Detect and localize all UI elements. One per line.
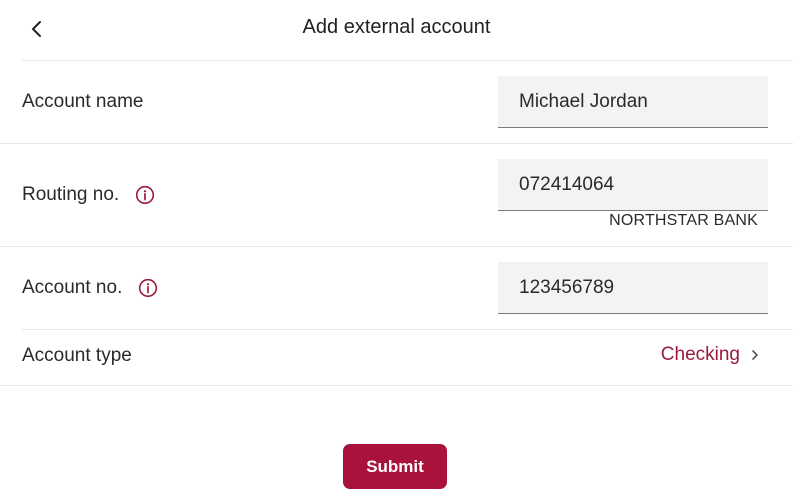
- account-no-label: Account no.: [22, 277, 158, 299]
- account-type-label-text: Account type: [22, 345, 132, 366]
- divider: [0, 246, 793, 247]
- bank-name-text: NORTHSTAR BANK: [609, 212, 758, 229]
- routing-no-label-text: Routing no.: [22, 184, 120, 205]
- account-type-selector[interactable]: Checking: [661, 344, 760, 366]
- page-header: Add external account: [0, 0, 793, 60]
- account-name-label: Account name: [22, 91, 143, 113]
- account-name-label-text: Account name: [22, 91, 144, 112]
- divider: [0, 143, 793, 144]
- routing-no-field[interactable]: [498, 159, 768, 210]
- submit-button[interactable]: Submit: [343, 444, 447, 489]
- divider: [0, 385, 793, 386]
- account-no-field[interactable]: [498, 262, 768, 313]
- routing-no-field-wrapper: [498, 159, 768, 211]
- account-name-field-wrapper: [498, 76, 768, 128]
- account-type-label: Account type: [22, 345, 132, 367]
- divider: [22, 60, 793, 61]
- account-no-label-text: Account no.: [22, 277, 123, 298]
- divider: [22, 329, 793, 330]
- account-type-value: Checking: [660, 344, 740, 365]
- account-name-field[interactable]: [498, 76, 768, 127]
- page-title: Add external account: [302, 16, 491, 38]
- info-circle-icon[interactable]: [135, 185, 155, 205]
- chevron-right-icon: [752, 350, 758, 360]
- account-no-field-wrapper: [498, 262, 768, 314]
- info-circle-icon[interactable]: [138, 278, 158, 298]
- routing-no-label: Routing no.: [22, 184, 155, 206]
